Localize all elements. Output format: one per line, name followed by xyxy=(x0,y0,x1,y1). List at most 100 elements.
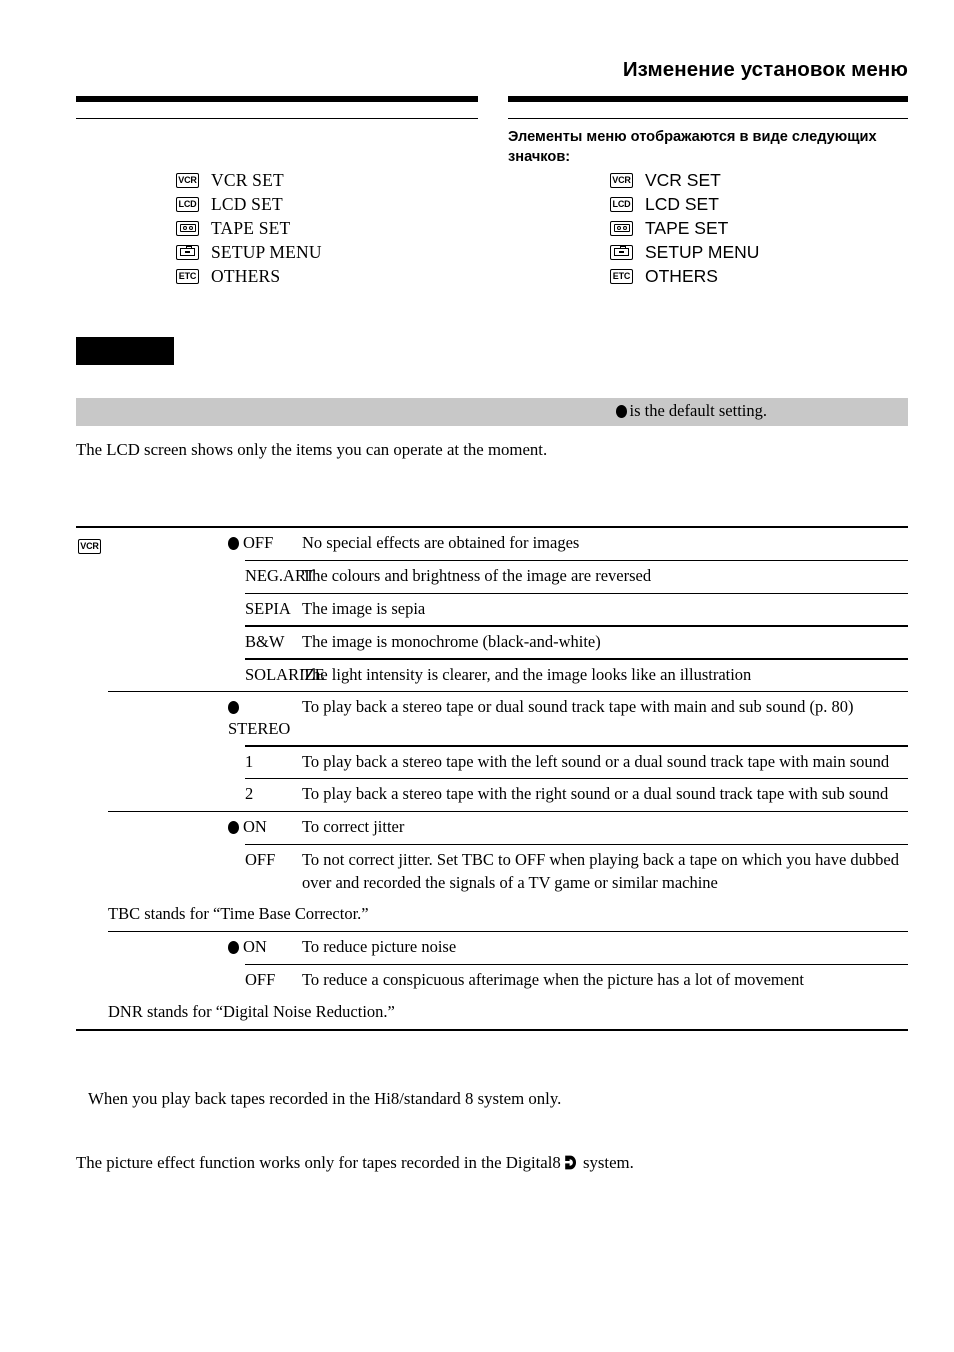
description-cell: The light intensity is clearer, and the … xyxy=(302,664,752,684)
etc-icon: ETC xyxy=(610,268,633,284)
legend-label: TAPE SET xyxy=(211,217,291,238)
legend-label: VCR SET xyxy=(645,169,721,190)
option-label: ON xyxy=(243,937,267,957)
option-cell: ON xyxy=(76,932,289,964)
table-row: ON To reduce picture noise xyxy=(76,932,908,964)
table-row: ON To correct jitter xyxy=(76,812,908,844)
page-title: Изменение установок меню xyxy=(622,58,908,81)
icon-legend-left: VCR VCR SET LCD LCD SET TAPE SET SETUP M… xyxy=(176,168,322,288)
lcd-screen-note: The LCD screen shows only the items you … xyxy=(76,440,548,459)
icons-subheading: Элементы меню отображаются в виде следую… xyxy=(508,129,877,165)
option-cell: B&W xyxy=(245,631,285,651)
table-row: 1 To play back a stereo tape with the le… xyxy=(76,747,908,779)
option-label: OFF xyxy=(243,533,274,553)
vcr-icon: VCR xyxy=(610,172,633,188)
description-cell: To play back a stereo tape or dual sound… xyxy=(302,697,854,717)
legend-label: OTHERS xyxy=(645,265,718,286)
briefcase-icon xyxy=(176,244,199,260)
filled-circle-icon xyxy=(228,700,239,714)
legend-item-tape-set: TAPE SET xyxy=(176,216,322,240)
legend-item-others: ETC OTHERS xyxy=(176,264,322,288)
description-cell: To play back a stereo tape with the righ… xyxy=(302,784,889,804)
legend-item-vcr-set: VCR VCR SET xyxy=(176,168,322,192)
table-row: STEREO To play back a stereo tape or dua… xyxy=(76,692,908,745)
lcd-icon: LCD xyxy=(610,196,633,212)
table-bottom-rule xyxy=(76,1028,908,1032)
filled-circle-icon xyxy=(228,820,239,834)
default-setting-text: is the default setting. xyxy=(629,401,767,420)
option-cell: NEG.ART xyxy=(245,566,316,586)
footnote-digital8: The picture effect function works only f… xyxy=(76,1153,634,1173)
option-cell: SEPIA xyxy=(245,598,291,618)
group-note: TBC stands for “Time Base Corrector.” xyxy=(108,904,369,924)
footnote-digital8-text-after: system. xyxy=(582,1153,634,1172)
option-label: STEREO xyxy=(228,719,291,739)
default-setting-bar: is the default setting. xyxy=(76,398,908,426)
filled-circle-icon xyxy=(615,404,627,418)
table-row: 2 To play back a stereo tape with the ri… xyxy=(76,779,908,811)
tape-icon xyxy=(176,220,199,236)
header-rule-thick-left xyxy=(76,96,478,102)
table-row: SEPIA The image is sepia xyxy=(76,594,908,626)
etc-icon: ETC xyxy=(176,268,199,284)
table-group-dnr: ON To reduce picture noise OFF To reduce… xyxy=(76,932,908,1028)
option-cell: 1 xyxy=(245,751,254,771)
legend-label: TAPE SET xyxy=(645,217,729,238)
option-cell: OFF xyxy=(245,970,276,990)
legend-item-lcd-set: LCD LCD SET xyxy=(610,192,759,216)
option-cell: 2 xyxy=(245,784,254,804)
vcr-icon: VCR xyxy=(176,172,199,188)
description-cell: The image is sepia xyxy=(302,598,426,618)
option-cell: STEREO xyxy=(76,692,291,745)
description-cell: The image is monochrome (black-and-white… xyxy=(302,631,601,651)
table-row: OFF To reduce a conspicuous afterimage w… xyxy=(76,965,908,997)
description-cell: To not correct jitter. Set TBC to OFF wh… xyxy=(302,850,900,892)
table-row: B&W The image is monochrome (black-and-w… xyxy=(76,627,908,659)
group-note: DNR stands for “Digital Noise Reduction.… xyxy=(108,1001,395,1021)
legend-label: OTHERS xyxy=(211,265,281,286)
description-cell: To reduce a conspicuous afterimage when … xyxy=(302,970,804,990)
settings-table: VCR OFF No special effects are obtained … xyxy=(76,526,908,1032)
lcd-icon: LCD xyxy=(176,196,199,212)
briefcase-icon xyxy=(610,244,633,260)
table-row: OFF To not correct jitter. Set TBC to OF… xyxy=(76,845,908,899)
footnote-digital8-text-before: The picture effect function works only f… xyxy=(76,1153,561,1172)
legend-item-setup-menu: SETUP MENU xyxy=(610,240,759,264)
header-rule-thin-right xyxy=(508,118,908,120)
digital8-logo-icon xyxy=(563,1155,577,1170)
legend-label: LCD SET xyxy=(645,193,719,214)
legend-label: LCD SET xyxy=(211,193,283,214)
legend-label: SETUP MENU xyxy=(211,241,322,262)
description-cell: To correct jitter xyxy=(302,817,405,837)
legend-item-setup-menu: SETUP MENU xyxy=(176,240,322,264)
option-cell: SOLARIZE xyxy=(245,664,325,684)
description-cell: To play back a stereo tape with the left… xyxy=(302,751,890,771)
legend-label: VCR SET xyxy=(211,169,284,190)
table-row: OFF No special effects are obtained for … xyxy=(76,528,908,560)
table-row: NEG.ART The colours and brightness of th… xyxy=(76,561,908,593)
option-cell: OFF xyxy=(76,528,289,560)
option-label: ON xyxy=(243,817,267,837)
icon-legend-right: VCR VCR SET LCD LCD SET TAPE SET SETUP M… xyxy=(610,168,759,288)
option-cell: ON xyxy=(76,812,289,844)
legend-item-vcr-set: VCR VCR SET xyxy=(610,168,759,192)
header-rule-thick-right xyxy=(508,96,908,102)
option-cell: OFF xyxy=(245,850,276,870)
filled-circle-icon xyxy=(228,536,239,550)
tape-icon xyxy=(610,220,633,236)
table-group-tbc: ON To correct jitter OFF To not correct … xyxy=(76,812,908,931)
legend-item-others: ETC OTHERS xyxy=(610,264,759,288)
header-rule-thin-left xyxy=(76,118,478,120)
table-group-hifi-sound: STEREO To play back a stereo tape or dua… xyxy=(76,692,908,811)
legend-label: SETUP MENU xyxy=(645,241,760,262)
redacted-heading-box xyxy=(76,337,174,365)
table-row: SOLARIZE The light intensity is clearer,… xyxy=(76,660,908,692)
description-cell: The colours and brightness of the image … xyxy=(302,566,652,586)
legend-item-lcd-set: LCD LCD SET xyxy=(176,192,322,216)
description-cell: No special effects are obtained for imag… xyxy=(302,533,580,553)
default-setting-note: is the default setting. xyxy=(615,401,767,421)
filled-circle-icon xyxy=(228,940,239,954)
legend-item-tape-set: TAPE SET xyxy=(610,216,759,240)
footnote-hi8: When you play back tapes recorded in the… xyxy=(88,1089,562,1108)
table-group-picture-effect: OFF No special effects are obtained for … xyxy=(76,528,908,691)
